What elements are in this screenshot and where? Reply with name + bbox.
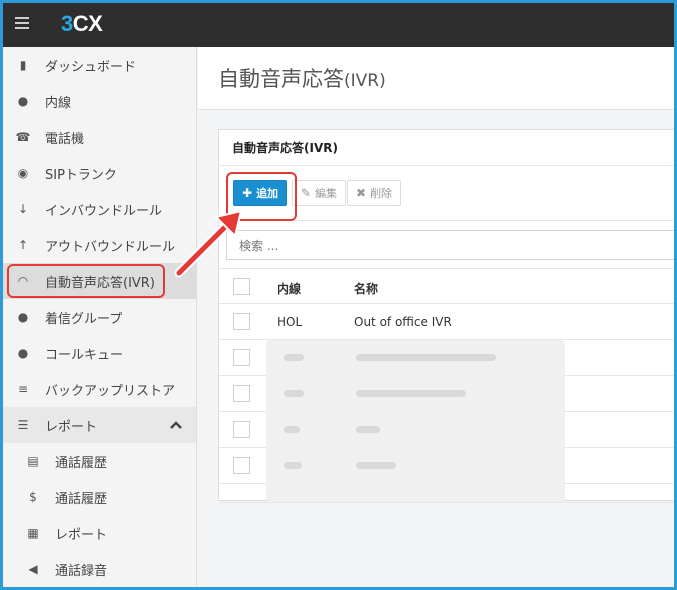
table-header: 内線 名称 [219, 268, 674, 304]
dollar-icon: $ [29, 490, 37, 504]
row-checkbox[interactable] [233, 349, 250, 366]
table-row[interactable]: HOL Out of office IVR [219, 304, 674, 340]
user-icon: ● [17, 94, 29, 108]
column-header-name: 名称 [354, 282, 379, 296]
screenshot-frame: 3CX ▮ ダッシュボード ● 内線 ☎ 電話機 ◉ SIPトランク ↓ インバウンドルー… [0, 0, 677, 590]
row-checkbox[interactable] [233, 421, 250, 438]
report-icon: ▦ [27, 526, 39, 540]
row-checkbox[interactable] [233, 313, 250, 330]
edit-button[interactable]: ✎ 編集 [292, 180, 347, 206]
sidebar-item-inbound-rules[interactable]: ↓ インバウンドルール [3, 191, 196, 227]
sidebar-item-call-queues[interactable]: ● コールキュー [3, 335, 196, 371]
chevron-up-icon[interactable] [170, 419, 182, 434]
bar-chart-icon: ▮ [19, 58, 27, 72]
sidebar-item-label: 内線 [45, 95, 72, 111]
page-title: 自動音声応答(IVR) [218, 67, 386, 91]
sidebar: ▮ ダッシュボード ● 内線 ☎ 電話機 ◉ SIPトランク ↓ インバウンドルール ↑ ア… [3, 47, 197, 587]
row-extension: HOL [277, 315, 303, 329]
sidebar-item-label: 着信グループ [45, 311, 123, 327]
menu-icon[interactable] [15, 17, 29, 29]
arrow-up-icon: ↑ [17, 238, 29, 252]
select-all-checkbox[interactable] [233, 278, 250, 295]
sidebar-item-dashboard[interactable]: ▮ ダッシュボード [3, 47, 196, 83]
users-icon: ● [17, 346, 29, 360]
sidebar-item-backup-restore[interactable]: ≡ バックアップリストア [3, 371, 196, 407]
speaker-icon: ◀ [28, 562, 38, 576]
column-header-extension: 内線 [277, 282, 302, 296]
delete-button[interactable]: ✖ 削除 [347, 180, 402, 206]
arrow-down-icon: ↓ [17, 202, 29, 216]
sidebar-item-ring-groups[interactable]: ● 着信グループ [3, 299, 196, 335]
sidebar-item-label: バックアップリストア [45, 383, 176, 399]
sidebar-item-label: インバウンドルール [45, 203, 163, 219]
row-checkbox[interactable] [233, 385, 250, 402]
sidebar-item-call-cost[interactable]: $ 通話履歴 [3, 479, 196, 515]
app-logo[interactable]: 3CX [61, 11, 103, 37]
sidebar-item-outbound-rules[interactable]: ↑ アウトバウンドルール [3, 227, 196, 263]
main-content: 自動音声応答(IVR) 自動音声応答(IVR) ✚ 追加 ✎ 編集 ✖ 削除 検索 .… [198, 47, 674, 587]
sidebar-item-label: ダッシュボード [45, 59, 137, 75]
sidebar-item-label: 電話機 [45, 131, 85, 147]
row-checkbox[interactable] [233, 457, 250, 474]
phone-icon: ☎ [15, 130, 31, 144]
search-input[interactable]: 検索 ... [226, 230, 674, 260]
sidebar-item-label: 通話履歴 [55, 455, 108, 471]
sidebar-item-label: SIPトランク [45, 167, 117, 183]
database-icon: ≡ [17, 382, 29, 396]
top-bar: 3CX [3, 3, 674, 47]
sidebar-item-extensions[interactable]: ● 内線 [3, 83, 196, 119]
list-icon: ☰ [17, 418, 29, 432]
sidebar-item-report[interactable]: ▦ レポート [3, 515, 196, 551]
sidebar-item-label: レポート [45, 419, 98, 435]
sidebar-item-recordings[interactable]: ◀ 通話録音 [3, 551, 196, 587]
sidebar-item-label: 通話録音 [55, 563, 108, 579]
sidebar-item-label: コールキュー [45, 347, 124, 363]
sidebar-item-label: アウトバウンドルール [45, 239, 176, 255]
sidebar-item-phones[interactable]: ☎ 電話機 [3, 119, 196, 155]
globe-icon: ◉ [17, 166, 29, 180]
panel-title: 自動音声応答(IVR) [219, 130, 674, 166]
pencil-icon: ✎ [301, 186, 312, 200]
document-icon: ▤ [27, 454, 39, 468]
close-icon: ✖ [356, 186, 367, 200]
sidebar-item-sip-trunks[interactable]: ◉ SIPトランク [3, 155, 196, 191]
sidebar-item-reports[interactable]: ☰ レポート [3, 407, 196, 443]
row-name: Out of office IVR [354, 315, 452, 329]
sidebar-item-call-log[interactable]: ▤ 通話履歴 [3, 443, 196, 479]
highlight-ivr-menu [7, 264, 165, 298]
sidebar-item-label: レポート [55, 527, 108, 543]
highlight-add-button [226, 172, 297, 221]
sidebar-item-label: 通話履歴 [55, 491, 108, 507]
group-icon: ● [17, 310, 29, 324]
redacted-area [266, 340, 565, 502]
page-header: 自動音声応答(IVR) [198, 47, 674, 110]
